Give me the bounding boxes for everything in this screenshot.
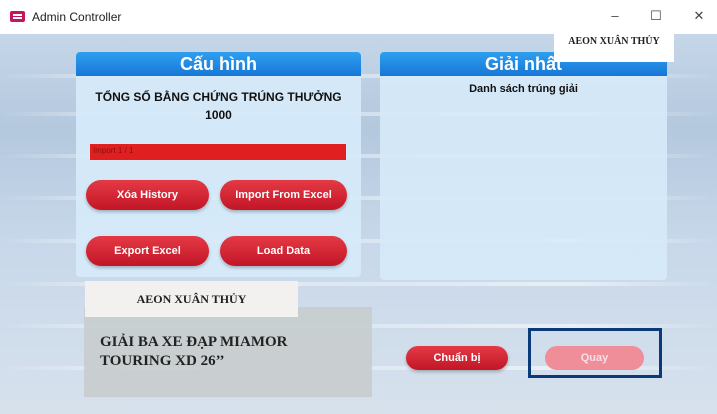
config-panel: Cấu hình TỔNG SỐ BẰNG CHỨNG TRÚNG THƯỞNG… xyxy=(76,52,361,277)
prize-info-box: GIẢI BA XE ĐẠP MIAMOR TOURING XD 26’’ xyxy=(84,307,372,397)
winner-count-label: TỔNG SỐ BẰNG CHỨNG TRÚNG THƯỞNG 1000 xyxy=(76,88,361,124)
prepare-button[interactable]: Chuẩn bị xyxy=(406,346,508,370)
winner-count-value: 1000 xyxy=(205,108,232,122)
clear-history-button[interactable]: Xóa History xyxy=(86,180,209,210)
import-excel-button[interactable]: Import From Excel xyxy=(220,180,347,210)
spin-button[interactable]: Quay xyxy=(545,346,644,370)
store-name-box: AEON XUÂN THỦY xyxy=(85,281,298,317)
config-panel-title: Cấu hình xyxy=(76,52,361,76)
export-excel-button[interactable]: Export Excel xyxy=(86,236,209,266)
prize-description: GIẢI BA XE ĐẠP MIAMOR TOURING XD 26’’ xyxy=(100,334,288,369)
window-title: Admin Controller xyxy=(32,10,122,24)
load-data-button[interactable]: Load Data xyxy=(220,236,347,266)
import-progress-bar: Import 1 / 1 xyxy=(90,144,346,160)
prize-panel: Giải nhất Danh sách trúng giải xyxy=(380,52,667,280)
close-button[interactable]: ✕ xyxy=(684,6,714,26)
store-name-overlay: AEON XUÂN THỦY xyxy=(554,22,674,62)
winner-count-caption: TỔNG SỐ BẰNG CHỨNG TRÚNG THƯỞNG xyxy=(95,90,342,104)
app-icon xyxy=(10,11,25,22)
import-progress-text: Import 1 / 1 xyxy=(93,146,134,155)
winner-list-title: Danh sách trúng giải xyxy=(469,83,578,95)
